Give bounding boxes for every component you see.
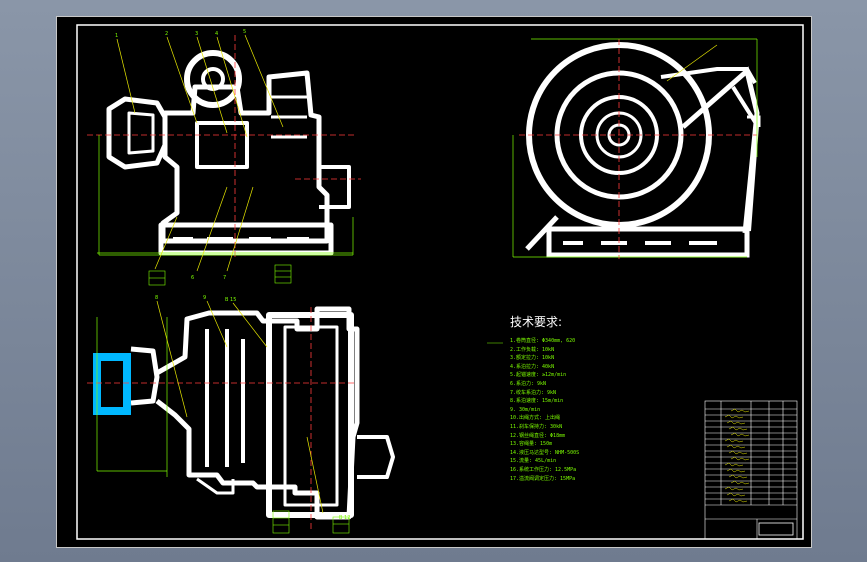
technical-requirement-item: 5.起锚速度: ≥12m/min (510, 372, 567, 379)
title-block-entry (726, 444, 746, 449)
title-block-entry (730, 432, 750, 437)
callout-9: 9 (203, 295, 206, 301)
technical-requirement-item: 1.卷筒直径: Φ340mm, 620 (510, 338, 576, 344)
callout-2: 2 (165, 31, 168, 37)
top-view-dimensions (96, 317, 168, 477)
title-block-entry (728, 498, 748, 503)
drawing-frame (76, 24, 804, 540)
callout-3: 3 (195, 31, 198, 37)
technical-requirement-item: 16.系统工作压力: 12.5MPa (510, 466, 577, 473)
callout-6: 6 (191, 275, 194, 281)
title-block-entry (728, 474, 748, 479)
title-block-entry (730, 408, 750, 413)
title-block-entry (724, 414, 744, 419)
front-view-tags (148, 264, 292, 286)
assembly-drawing: 1 2 3 4 5 6 7 8 9 B 15 B 12 (76, 24, 804, 540)
technical-requirement-item: 2.工作负载: 10kN (510, 346, 555, 353)
technical-requirement-item: 7.绞车系泊力: 9kN (510, 389, 557, 396)
callout-7: 7 (223, 275, 226, 281)
callout-5: 5 (243, 29, 246, 35)
title-block-entry (730, 456, 750, 461)
technical-requirement-item: 3.额定拉力: 10kN (510, 355, 555, 362)
callout-8: 8 (155, 295, 158, 301)
technical-requirement-item: 10.出绳方式: 上出绳 (510, 415, 561, 422)
technical-requirement-item: 11.刹车保持力: 30kN (510, 423, 563, 430)
title-block-entry (726, 492, 746, 497)
technical-requirement-item: 14.液压马达型号: NHM-500S (510, 449, 580, 456)
title-block-entry (724, 462, 744, 467)
technical-requirement-item: 4.系泊拉力: 40kN (510, 363, 555, 370)
title-block-entry (724, 438, 744, 443)
cad-drawing-viewport[interactable]: 1 2 3 4 5 6 7 8 9 B 15 B 12 技术要求: 1.卷筒直径… (56, 16, 812, 548)
technical-requirements-list: 1.卷筒直径: Φ340mm, 620 2.工作负载: 10kN 3.额定拉力: 1… (510, 337, 579, 483)
callout-1: 1 (115, 33, 118, 39)
side-view (525, 42, 761, 258)
technical-requirement-item: 13.容绳量: 150m (510, 441, 553, 448)
title-block-text (724, 408, 750, 503)
title-block-entry (728, 450, 748, 455)
title-block-entry (730, 480, 750, 485)
callout-4: 4 (215, 31, 218, 37)
technical-requirement-item: 12.钢丝绳直径: Φ18mm (510, 432, 566, 439)
technical-requirement-item: 8.系泊速度: 15m/min (510, 398, 564, 405)
title-block-entry (728, 426, 748, 431)
title-block-entry (724, 486, 744, 491)
front-view (106, 50, 351, 256)
technical-requirement-item: 6.系泊力: 9kN (510, 380, 547, 387)
top-view-drum-highlight (93, 353, 131, 415)
technical-requirement-item: 17.溢流阀调定压力: 15MPa (510, 475, 576, 482)
section-label-2: B 12 (339, 515, 350, 521)
title-block (704, 400, 798, 540)
technical-requirements-title: 技术要求: (510, 315, 563, 329)
technical-requirement-item: 15.流量: 45L/min (510, 458, 557, 465)
technical-requirement-item: 9. 30m/min (510, 406, 541, 413)
section-label: B 15 (225, 297, 236, 303)
title-block-entry (726, 468, 746, 473)
title-block-entry (726, 420, 746, 425)
